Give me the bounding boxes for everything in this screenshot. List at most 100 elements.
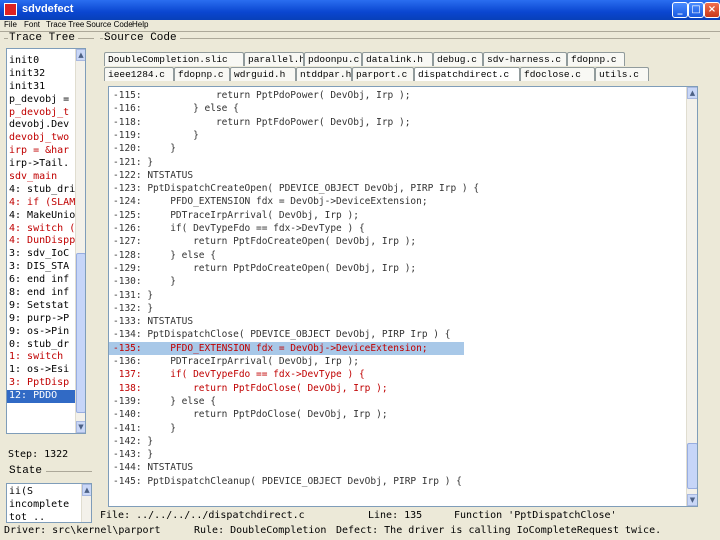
tab-sdv-harness-c[interactable]: sdv-harness.c	[483, 52, 567, 66]
state-row: ii(S	[9, 486, 34, 497]
code-line: -139: } else {	[113, 395, 216, 407]
tab-utils-c[interactable]: utils.c	[595, 67, 649, 81]
trace-row[interactable]: init0	[7, 55, 75, 68]
trace-scrollbar[interactable]: ▲ ▼	[75, 49, 85, 433]
trace-row[interactable]: 0: stub_dr	[7, 339, 75, 352]
trace-row[interactable]: 4: if (SLAM	[7, 197, 75, 210]
trace-row[interactable]: sdv_main	[7, 171, 75, 184]
code-scroll-up-icon[interactable]: ▲	[687, 87, 697, 99]
menu-bar: File Font Trace Tree Source Code Help	[0, 20, 720, 31]
trace-row[interactable]: 9: os->Pin	[7, 326, 75, 339]
source-code-view[interactable]: -115: return PptPdoPower( DevObj, Irp );…	[108, 86, 698, 507]
trace-row[interactable]: 12: PDDO	[7, 390, 75, 404]
code-line: -141: }	[113, 422, 176, 434]
code-line: -143: }	[113, 449, 154, 461]
code-line: -120: }	[113, 143, 176, 155]
trace-row[interactable]: 4: MakeUnio	[7, 210, 75, 223]
state-row: incomplete	[9, 498, 70, 510]
trace-row[interactable]: 3: sdv_IoC	[7, 248, 75, 261]
code-line: -135: PFDO_EXTENSION fdx = DevObj->Devic…	[113, 342, 428, 354]
tab-ntddpar-h[interactable]: ntddpar.h	[296, 67, 352, 81]
state-rows: ii(S incomplete tot ..	[7, 486, 81, 523]
trace-row[interactable]: devobj.Dev	[7, 119, 75, 132]
code-line: 137: if( DevTypeFdo == fdx->DevType ) {	[113, 369, 365, 381]
code-line: -136: PDTraceIrpArrival( DevObj, Irp );	[113, 356, 359, 367]
trace-row[interactable]: devobj_two	[7, 132, 75, 145]
source-group-line-right	[180, 38, 710, 39]
tab-fdopnp-c[interactable]: fdopnp.c	[567, 52, 625, 66]
code-line: -134: PptDispatchClose( PDEVICE_OBJECT D…	[113, 329, 451, 341]
tab-parport-c[interactable]: parport.c	[352, 67, 414, 81]
trace-row[interactable]: 4: DunDispp	[7, 235, 75, 248]
state-scroll-up-icon[interactable]: ▲	[82, 484, 91, 496]
tab-pdoonpu-c[interactable]: pdoonpu.c	[304, 52, 362, 66]
scroll-thumb[interactable]	[76, 253, 85, 413]
trace-group-line-left	[4, 38, 8, 39]
state-list[interactable]: ii(S incomplete tot .. ▲	[6, 483, 92, 523]
tab-fdoclose-c[interactable]: fdoclose.c	[520, 67, 595, 81]
trace-row[interactable]: 9: Setstat	[7, 300, 75, 313]
minimize-button[interactable]: _	[672, 2, 688, 18]
code-line: -132: }	[113, 302, 154, 314]
code-line: -127: return PptFdoCreateOpen( DevObj, I…	[113, 236, 417, 248]
code-scrollbar[interactable]: ▲ ▼	[686, 87, 697, 506]
tab-row-2: ieee1284.c fdopnp.c wdrguid.h ntddpar.h parp…	[104, 67, 704, 83]
trace-row[interactable]: 1: switch	[7, 351, 75, 364]
source-code-title: Source Code	[104, 32, 177, 44]
trace-row[interactable]: 4: switch (	[7, 223, 75, 236]
tab-parallel-h[interactable]: parallel.h	[244, 52, 304, 66]
code-line: -119: }	[113, 129, 199, 141]
maximize-button[interactable]: □	[688, 2, 704, 18]
trace-row[interactable]: init32	[7, 68, 75, 81]
menu-help[interactable]: Help	[132, 20, 148, 30]
tab-fdopnp-c[interactable]: fdopnp.c	[174, 67, 230, 81]
code-line: -115: return PptPdoPower( DevObj, Irp );	[113, 90, 411, 101]
code-scroll-down-icon[interactable]: ▼	[687, 494, 697, 506]
trace-row[interactable]: 3: DIS_STA	[7, 261, 75, 274]
menu-source-code[interactable]: Source Code	[86, 20, 133, 30]
trace-row[interactable]: p_devobj =	[7, 94, 75, 107]
code-line: -126: if( DevTypeFdo == fdx->DevType ) {	[113, 223, 365, 234]
menu-trace-tree[interactable]: Trace Tree	[46, 20, 84, 30]
code-line: -125: PDTraceIrpArrival( DevObj, Irp );	[113, 209, 359, 221]
trace-row[interactable]: 9: purp->P	[7, 313, 75, 326]
trace-row[interactable]: irp->Tail.	[7, 158, 75, 171]
menu-file[interactable]: File	[4, 20, 17, 30]
tab-wdrguid-h[interactable]: wdrguid.h	[230, 67, 296, 81]
tab-dispatchdirect-c[interactable]: dispatchdirect.c	[414, 67, 520, 81]
code-scroll-thumb[interactable]	[687, 443, 697, 489]
trace-row[interactable]: p_devobj_t	[7, 107, 75, 120]
title-bar: sdvdefect _ □ ×	[0, 0, 720, 20]
status-driver: Driver: src\kernel\parport	[4, 525, 161, 536]
tab-row-1: DoubleCompletion.slic parallel.h pdoonpu.c…	[104, 52, 704, 68]
code-line: -122: NTSTATUS	[113, 169, 194, 181]
step-label: Step: 1322	[8, 449, 69, 460]
trace-row[interactable]: 8: end inf	[7, 287, 75, 300]
trace-row[interactable]: init31	[7, 81, 75, 94]
code-line: -121: }	[113, 156, 154, 168]
code-line: -123: PptDispatchCreateOpen( PDEVICE_OBJ…	[113, 183, 480, 195]
trace-row[interactable]: 3: PptDisp	[7, 377, 75, 390]
state-row: tot ..	[9, 511, 46, 523]
status-rule: Rule: DoubleCompletion	[194, 525, 327, 536]
trace-row[interactable]: 6: end inf	[7, 274, 75, 287]
trace-row[interactable]: 4: stub_dri	[7, 184, 75, 197]
state-scrollbar[interactable]: ▲	[81, 484, 91, 522]
code-line: -116: } else {	[113, 103, 239, 115]
trace-row[interactable]: 1: os->Esi	[7, 364, 75, 377]
trace-row[interactable]: irp = &har	[7, 145, 75, 158]
trace-tree-list[interactable]: init0 init32 init31 p_devobj = p_devobj_t dev…	[6, 48, 86, 434]
scroll-down-icon[interactable]: ▼	[76, 421, 85, 433]
code-line: -133: NTSTATUS	[113, 316, 194, 328]
code-lines: -115: return PptPdoPower( DevObj, Irp );…	[109, 87, 684, 506]
scroll-up-icon[interactable]: ▲	[76, 49, 85, 61]
code-line: -124: PFDO_EXTENSION fdx = DevObj->Devic…	[113, 196, 428, 208]
tab-ieee1284-c[interactable]: ieee1284.c	[104, 67, 174, 81]
tab-datalink-h[interactable]: datalink.h	[362, 52, 433, 66]
code-line: -128: } else {	[113, 249, 216, 261]
tab-debug-c[interactable]: debug.c	[433, 52, 483, 66]
menu-font[interactable]: Font	[24, 20, 40, 30]
trace-tree-title: Trace Tree	[9, 32, 76, 44]
close-button[interactable]: ×	[704, 2, 720, 18]
tab-doublecompletion-slic[interactable]: DoubleCompletion.slic	[104, 52, 244, 66]
